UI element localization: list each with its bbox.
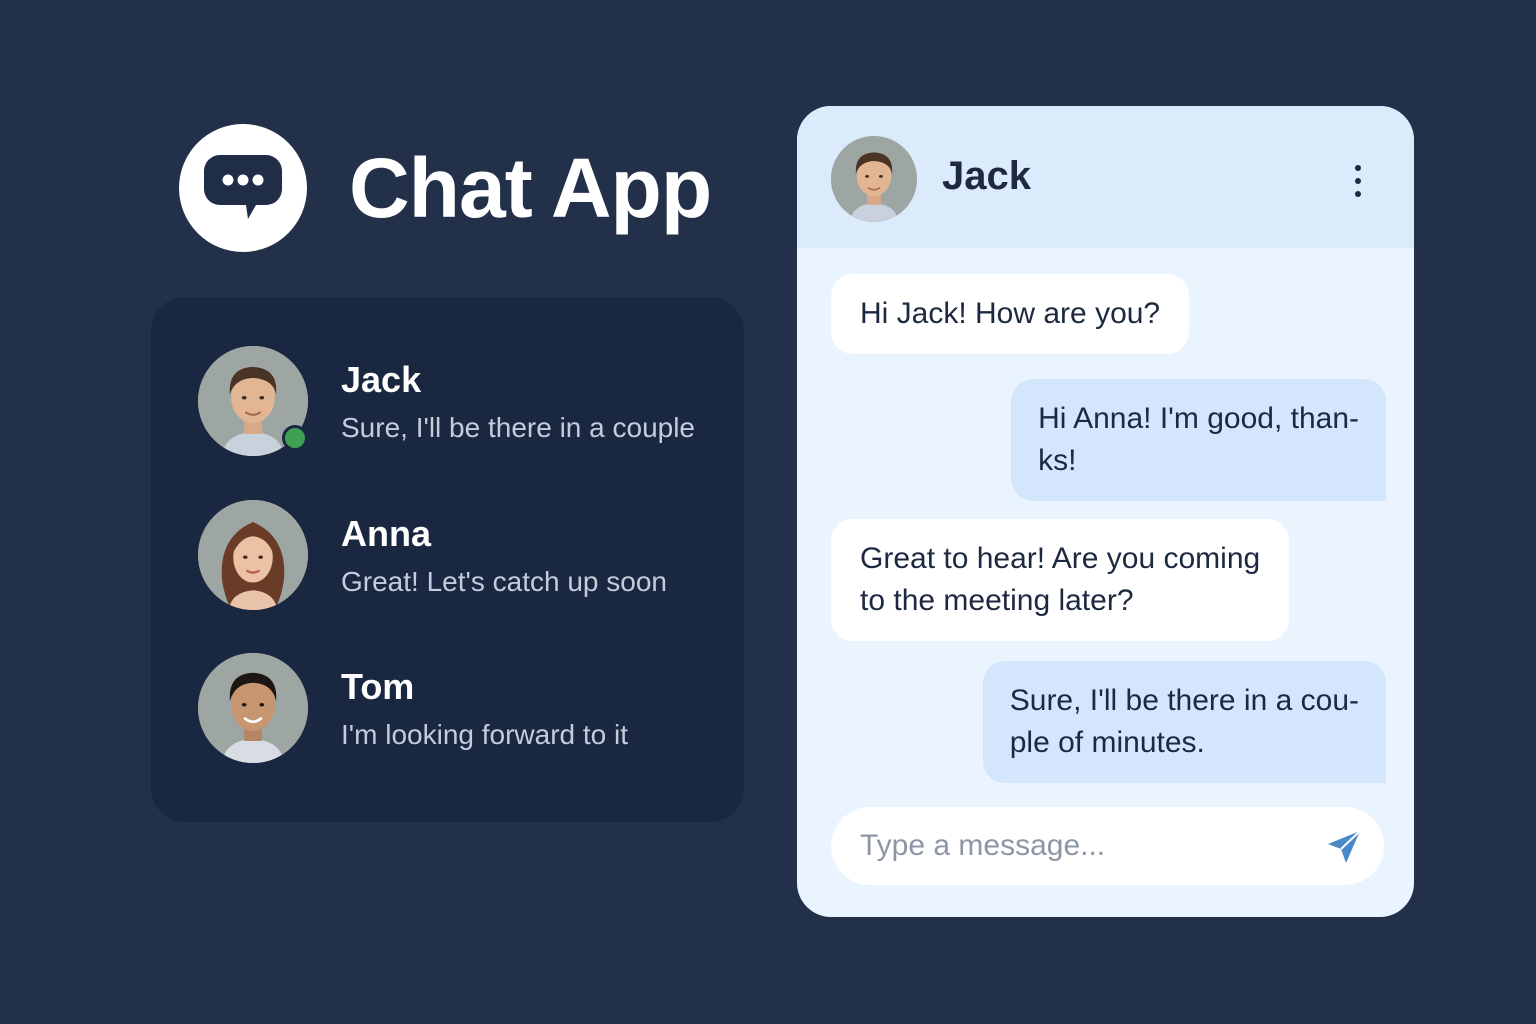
message-outgoing: Sure, I'll be there in a cou- ple of min… bbox=[982, 661, 1386, 783]
message-composer bbox=[831, 807, 1384, 885]
message-input[interactable] bbox=[860, 807, 1300, 885]
contact-last-message: I'm looking forward to it bbox=[341, 718, 629, 750]
avatar bbox=[198, 653, 308, 763]
message-line: Great to hear! Are you coming bbox=[860, 542, 1261, 575]
contact-item-anna[interactable]: Anna Great! Let's catch up soon bbox=[198, 500, 667, 610]
message-line: Hi Anna! I'm good, than- bbox=[1038, 402, 1359, 435]
message-incoming: Great to hear! Are you coming to the mee… bbox=[831, 519, 1290, 641]
online-status-indicator bbox=[282, 425, 308, 451]
chat-contact-name[interactable]: Jack bbox=[942, 156, 1031, 196]
send-icon[interactable] bbox=[1324, 827, 1364, 867]
app-title: Chat App bbox=[349, 141, 712, 235]
contact-item-jack[interactable]: Jack Sure, I'll be there in a couple bbox=[198, 346, 695, 456]
message-line: ks! bbox=[1038, 444, 1077, 477]
message-incoming: Hi Jack! How are you? bbox=[831, 274, 1190, 354]
contact-name: Jack bbox=[341, 358, 422, 400]
message-line: Hi Jack! How are you? bbox=[860, 297, 1161, 330]
avatar[interactable] bbox=[831, 136, 917, 222]
avatar-image bbox=[198, 500, 308, 610]
message-outgoing: Hi Anna! I'm good, than- ks! bbox=[1011, 379, 1386, 501]
avatar-image bbox=[198, 653, 308, 763]
chat-header: Jack bbox=[797, 106, 1414, 248]
avatar-image bbox=[831, 136, 917, 222]
contact-name: Anna bbox=[341, 512, 431, 554]
contact-item-tom[interactable]: Tom I'm looking forward to it bbox=[198, 653, 628, 763]
chat-bubble-icon bbox=[179, 124, 307, 252]
chat-window: Jack Hi Jack! How are you? Hi Anna! I'm … bbox=[797, 106, 1414, 917]
message-line: to the meeting later? bbox=[860, 584, 1134, 617]
avatar bbox=[198, 500, 308, 610]
message-line: ple of minutes. bbox=[1009, 726, 1205, 759]
contact-last-message: Great! Let's catch up soon bbox=[341, 565, 667, 597]
message-line: Sure, I'll be there in a cou- bbox=[1009, 684, 1359, 717]
contact-last-message: Sure, I'll be there in a couple bbox=[341, 411, 696, 443]
contact-name: Tom bbox=[341, 665, 415, 707]
avatar bbox=[198, 346, 308, 456]
contact-list: Jack Sure, I'll be there in a couple Ann… bbox=[151, 297, 744, 822]
app-branding: Chat App bbox=[179, 124, 712, 252]
more-vertical-icon[interactable] bbox=[1343, 158, 1373, 204]
